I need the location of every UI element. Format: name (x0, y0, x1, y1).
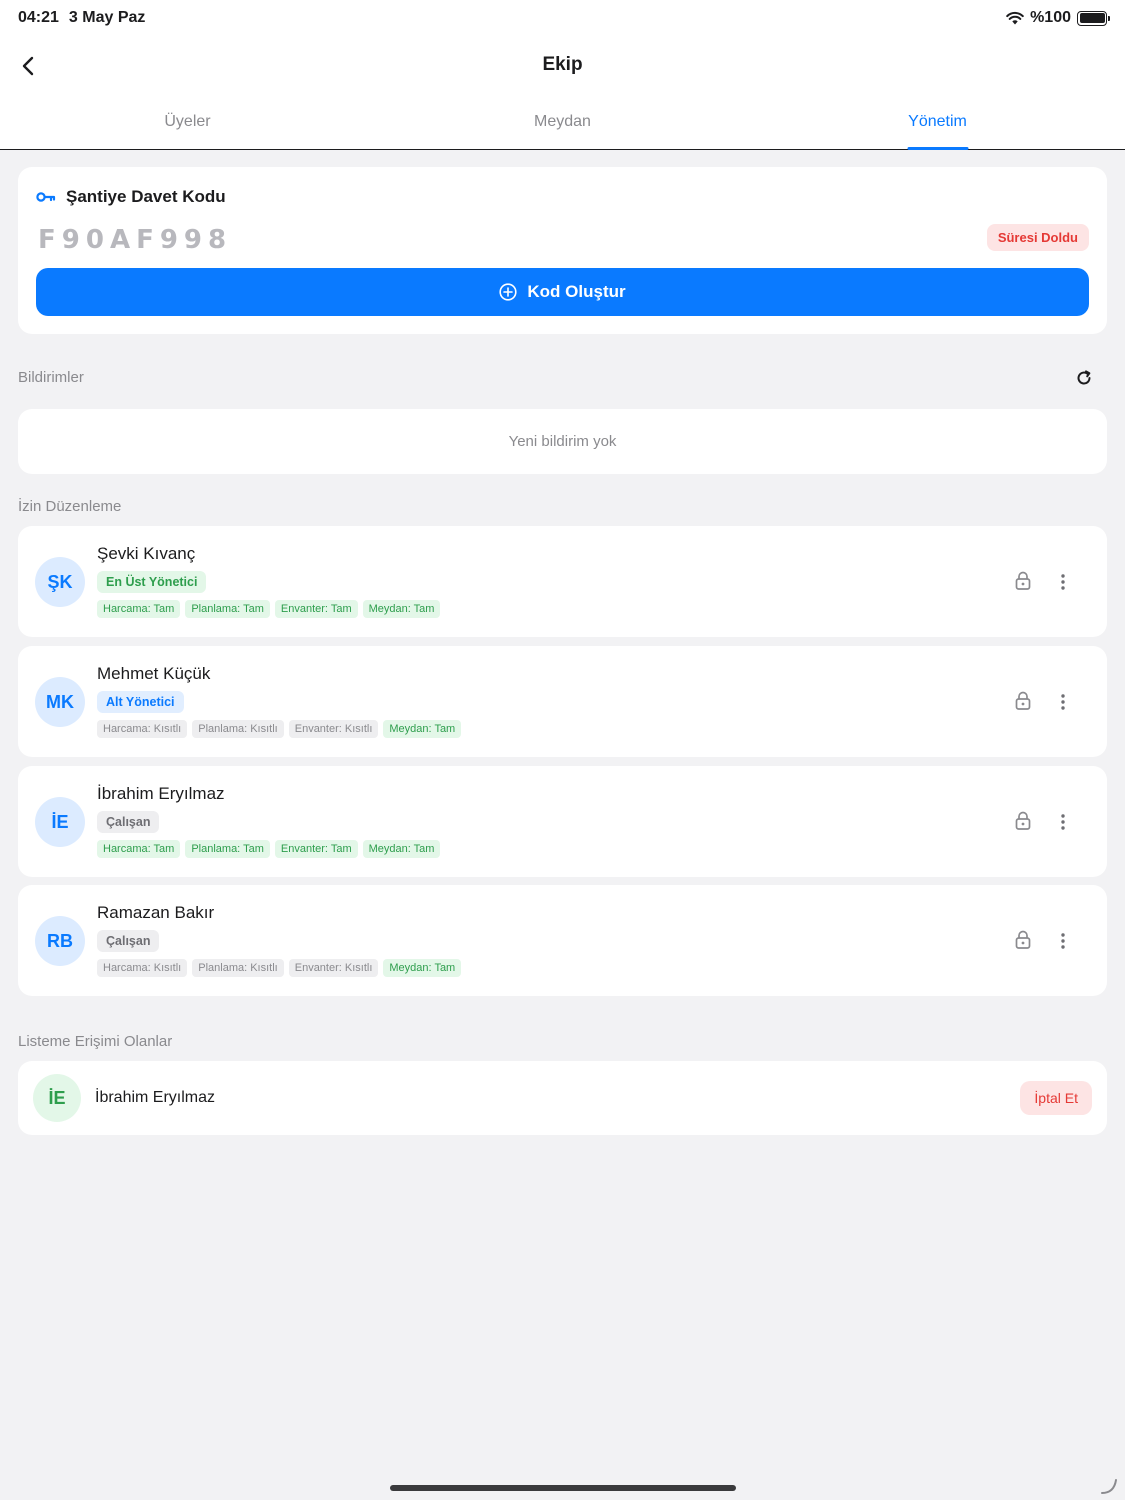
lock-button[interactable] (1012, 809, 1034, 833)
status-badge: Süresi Doldu (986, 224, 1089, 251)
permission-tag: Planlama: Tam (185, 840, 270, 858)
permission-tag: Meydan: Tam (383, 959, 462, 977)
permission-tag: Envanter: Kısıtlı (288, 720, 379, 738)
invite-code-card: Şantiye Davet Kodu F90AF998 Süresi Doldu… (18, 167, 1107, 334)
permission-tag: Meydan: Tam (362, 600, 441, 618)
member-card[interactable]: RB Ramazan Bakır Çalışan Harcama: Kısıtl… (18, 885, 1107, 996)
member-name: Mehmet Küçük (97, 664, 211, 683)
member-card[interactable]: ŞK Şevki Kıvanç En Üst Yönetici Harcama:… (18, 526, 1107, 637)
battery-icon (1077, 10, 1110, 26)
permission-tag: Harcama: Kısıtlı (97, 720, 188, 738)
tab-bar: Üyeler Meydan Yönetim (0, 100, 1125, 150)
permission-tag: Planlama: Tam (185, 600, 270, 618)
avatar: İE (33, 1074, 81, 1122)
more-vertical-icon (1061, 933, 1065, 949)
resize-corner-icon (1101, 1479, 1117, 1494)
tab-square[interactable]: Meydan (375, 100, 750, 150)
role-badge: Alt Yönetici (97, 691, 184, 713)
avatar: MK (35, 677, 85, 727)
tab-label: Yönetim (908, 113, 967, 130)
status-date: 3 May Paz (68, 9, 146, 26)
avatar: ŞK (35, 557, 85, 607)
avatar: RB (35, 916, 85, 966)
lock-icon (1015, 571, 1031, 590)
lock-icon (1015, 811, 1031, 830)
tab-members[interactable]: Üyeler (0, 100, 375, 150)
permission-tag: Harcama: Tam (97, 600, 181, 618)
page-title: Ekip (542, 54, 583, 75)
more-options-button[interactable] (1054, 929, 1072, 953)
permission-tag: Harcama: Kısıtlı (97, 959, 188, 977)
permission-tags: Harcama: Tam Planlama: Tam Envanter: Tam… (97, 600, 441, 618)
refresh-button[interactable] (1073, 367, 1095, 389)
refresh-icon (1077, 370, 1091, 385)
permission-tag: Planlama: Kısıtlı (192, 959, 284, 977)
more-options-button[interactable] (1054, 570, 1072, 594)
member-name: Ramazan Bakır (97, 903, 215, 922)
header-area: 04:21 3 May Paz %100 Ekip Üyeler Meydan (0, 0, 1125, 150)
lock-icon (1015, 691, 1031, 710)
list-access-item: İE İbrahim Eryılmaz İptal Et (18, 1061, 1107, 1135)
lock-button[interactable] (1012, 689, 1034, 713)
create-code-label: Kod Oluştur (527, 282, 626, 301)
permission-tags: Harcama: Kısıtlı Planlama: Kısıtlı Envan… (97, 720, 462, 738)
member-name: Şevki Kıvanç (97, 544, 196, 563)
permission-tags: Harcama: Tam Planlama: Tam Envanter: Tam… (97, 840, 441, 858)
permission-tag: Harcama: Tam (97, 840, 181, 858)
more-options-button[interactable] (1054, 810, 1072, 834)
more-vertical-icon (1061, 574, 1065, 590)
wifi-icon (1006, 12, 1024, 25)
more-vertical-icon (1061, 814, 1065, 830)
status-time: 04:21 (18, 9, 59, 26)
permissions-heading: İzin Düzenleme (18, 498, 122, 515)
permission-tag: Planlama: Kısıtlı (192, 720, 284, 738)
more-options-button[interactable] (1054, 690, 1072, 714)
plus-circle-icon (499, 283, 517, 301)
lock-icon (1015, 930, 1031, 949)
create-code-button[interactable]: Kod Oluştur (36, 268, 1089, 316)
permission-tag: Meydan: Tam (362, 840, 441, 858)
lock-button[interactable] (1012, 928, 1034, 952)
member-name: İbrahim Eryılmaz (97, 784, 225, 803)
key-icon (36, 192, 56, 202)
avatar: İE (35, 797, 85, 847)
permission-tag: Envanter: Tam (274, 600, 358, 618)
permission-tag: Envanter: Tam (274, 840, 358, 858)
more-vertical-icon (1061, 694, 1065, 710)
lock-button[interactable] (1012, 569, 1034, 593)
battery-percent: %100 (1030, 9, 1071, 26)
member-card[interactable]: MK Mehmet Küçük Alt Yönetici Harcama: Kı… (18, 646, 1107, 757)
list-access-heading: Listeme Erişimi Olanlar (18, 1033, 173, 1050)
role-badge: En Üst Yönetici (97, 571, 207, 593)
revoke-access-button[interactable]: İptal Et (1020, 1081, 1092, 1115)
status-bar: 04:21 3 May Paz %100 (0, 0, 1125, 36)
invite-code: F90AF998 (38, 225, 233, 255)
access-user-name: İbrahim Eryılmaz (95, 1089, 216, 1106)
role-badge: Çalışan (97, 811, 160, 833)
permission-tags: Harcama: Kısıtlı Planlama: Kısıtlı Envan… (97, 959, 462, 977)
permission-tag: Envanter: Kısıtlı (288, 959, 379, 977)
tab-management[interactable]: Yönetim (750, 100, 1125, 150)
role-badge: Çalışan (97, 930, 160, 952)
home-indicator[interactable] (390, 1485, 736, 1491)
active-tab-indicator (907, 147, 968, 150)
tab-label: Üyeler (164, 113, 211, 130)
member-card[interactable]: İE İbrahim Eryılmaz Çalışan Harcama: Tam… (18, 766, 1107, 877)
tab-label: Meydan (534, 113, 591, 130)
notifications-empty-card: Yeni bildirim yok (18, 409, 1107, 474)
notifications-heading: Bildirimler (18, 369, 84, 386)
navigation-bar: Ekip (0, 42, 1125, 90)
permission-tag: Meydan: Tam (383, 720, 462, 738)
invite-title: Şantiye Davet Kodu (66, 187, 226, 206)
empty-notifications-text: Yeni bildirim yok (508, 433, 617, 450)
